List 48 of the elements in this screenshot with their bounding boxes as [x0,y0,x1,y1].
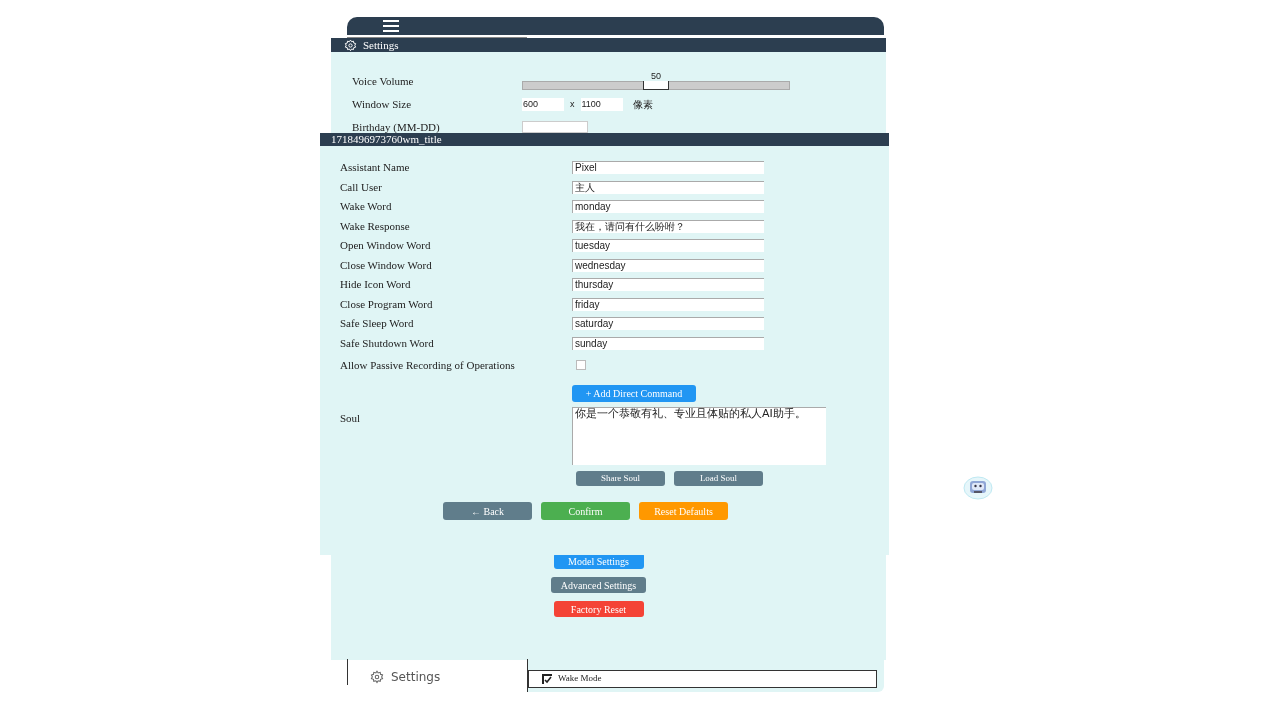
checkbox[interactable] [576,360,586,370]
text-field[interactable]: thursday [572,278,764,291]
field-label: Wake Response [340,219,411,233]
birthday-field[interactable] [522,120,588,133]
menu-icon[interactable] [383,20,399,32]
field-label: Soul [340,411,362,426]
soul-button[interactable]: Share Soul [576,471,665,486]
soul-textarea[interactable]: 你是一个恭敬有礼、专业且体贴的私人AI助手。 [572,407,826,465]
field-label: Birthday (MM-DD) [352,119,441,135]
sidebar-item[interactable]: Settings [370,670,441,684]
field-label: Assistant Name [340,161,411,174]
times-sign: x [570,97,575,111]
text-field[interactable]: wednesday [572,258,764,272]
field-label: Safe Shutdown Word [340,336,435,350]
field-label: Open Window Word [340,239,432,252]
text-field[interactable]: 主人 [572,180,764,194]
field-label: Call User [340,180,383,194]
volume-slider[interactable] [522,81,790,90]
slider-thumb[interactable] [643,81,669,90]
field-label: Allow Passive Recording of Operations [340,358,516,372]
checkbox-label: Wake Mode [558,672,602,686]
text-field[interactable]: tuesday [572,239,764,252]
checkbox[interactable] [542,674,552,684]
text-field[interactable]: saturday [572,317,764,330]
field-label: Hide Icon Word [340,278,412,291]
action-button[interactable]: Advanced Settings [550,577,647,593]
dialog-title: 1718496973760wm_title [331,134,442,145]
unit-label: 像素 [632,97,653,112]
text-field[interactable]: 我在，请问有什么吩咐？ [572,219,764,233]
field-label: Wake Word [340,200,393,213]
width-field[interactable]: 600 [522,97,564,111]
text-field[interactable]: sunday [572,336,764,350]
soul-button[interactable]: Load Soul [674,471,763,486]
height-field[interactable]: 1100 [580,97,623,111]
action-button[interactable]: Factory Reset [553,601,644,617]
text-field[interactable]: friday [572,297,764,311]
settings-icon [370,670,384,684]
dialog-action-button[interactable]: ← Back [443,502,532,520]
field-label: Close Program Word [340,297,434,311]
field-label: Voice Volume [352,73,415,89]
field-label: Window Size [352,97,413,112]
field-label: Safe Sleep Word [340,317,415,330]
section-title: Settings [363,39,399,51]
text-field[interactable]: monday [572,200,764,213]
field-label: Close Window Word [340,258,433,272]
robot-icon[interactable] [963,476,993,500]
text-field[interactable]: Pixel [572,161,764,174]
volume-reading: 50 [651,72,661,81]
